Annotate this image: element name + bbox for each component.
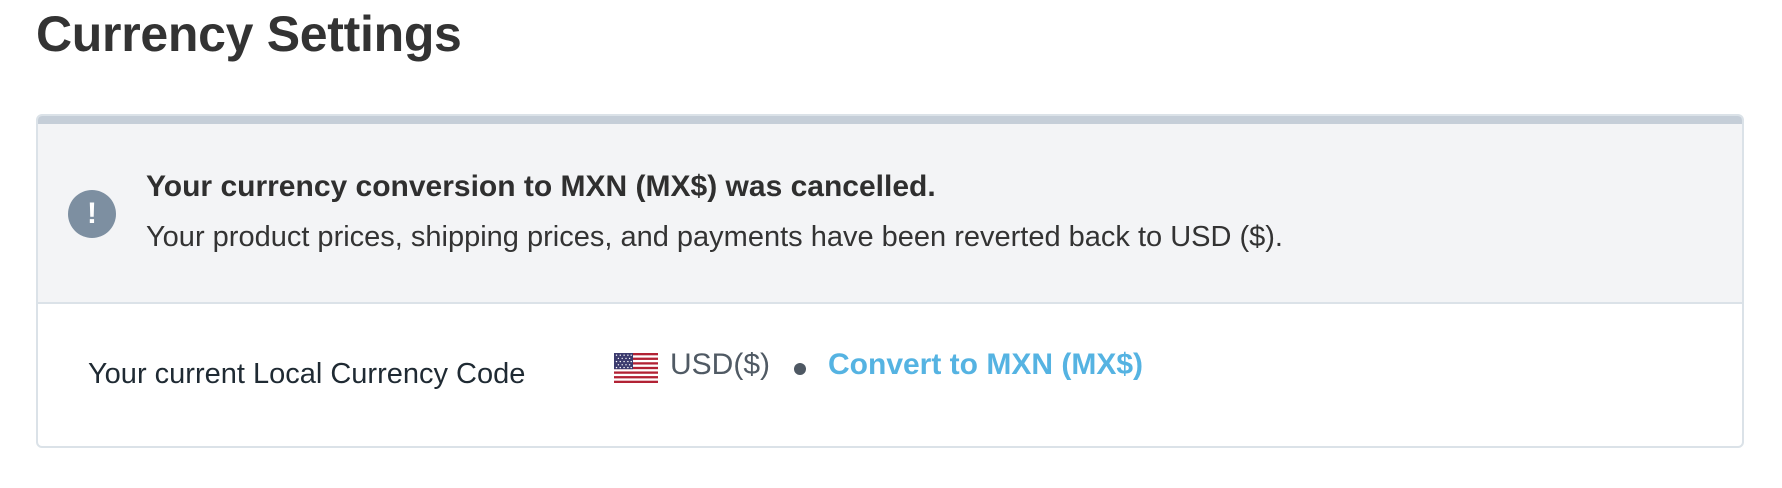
alert-message: Your product prices, shipping prices, an…	[146, 221, 1283, 253]
currency-settings-page: Currency Settings ! Your currency conver…	[0, 0, 1782, 488]
separator-dot	[794, 363, 806, 375]
currency-card: ! Your currency conversion to MXN (MX$) …	[36, 114, 1744, 448]
page-title: Currency Settings	[36, 6, 462, 62]
card-top-bar	[38, 116, 1742, 124]
local-currency-label: Your current Local Currency Code	[88, 358, 526, 390]
cancellation-alert-banner: ! Your currency conversion to MXN (MX$) …	[38, 124, 1742, 304]
convert-to-mxn-link[interactable]: Convert to MXN (MX$)	[828, 348, 1143, 382]
alert-title: Your currency conversion to MXN (MX$) wa…	[146, 170, 936, 203]
current-currency-code: USD($)	[670, 348, 771, 381]
us-flag-icon	[614, 353, 658, 383]
local-currency-row: Your current Local Currency Code USD($) …	[38, 306, 1742, 446]
exclamation-icon: !	[68, 190, 116, 238]
